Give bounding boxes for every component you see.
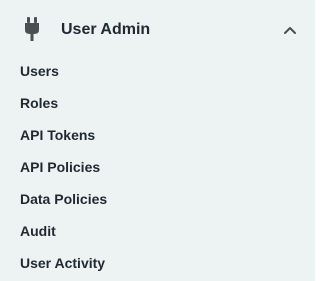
section-title: User Admin [61,21,151,38]
nav-item-audit[interactable]: Audit [0,215,315,247]
nav-item-user-activity[interactable]: User Activity [0,247,315,279]
plug-icon [22,17,42,41]
chevron-up-icon[interactable] [280,21,300,39]
nav-item-roles[interactable]: Roles [0,87,315,119]
nav-item-data-policies[interactable]: Data Policies [0,183,315,215]
user-admin-nav-list: Users Roles API Tokens API Policies Data… [0,55,315,279]
user-admin-section-header[interactable]: User Admin [0,0,315,60]
nav-item-api-tokens[interactable]: API Tokens [0,119,315,151]
nav-item-users[interactable]: Users [0,55,315,87]
user-admin-nav-panel: User Admin Users Roles API Tokens API Po… [0,0,315,281]
nav-item-api-policies[interactable]: API Policies [0,151,315,183]
